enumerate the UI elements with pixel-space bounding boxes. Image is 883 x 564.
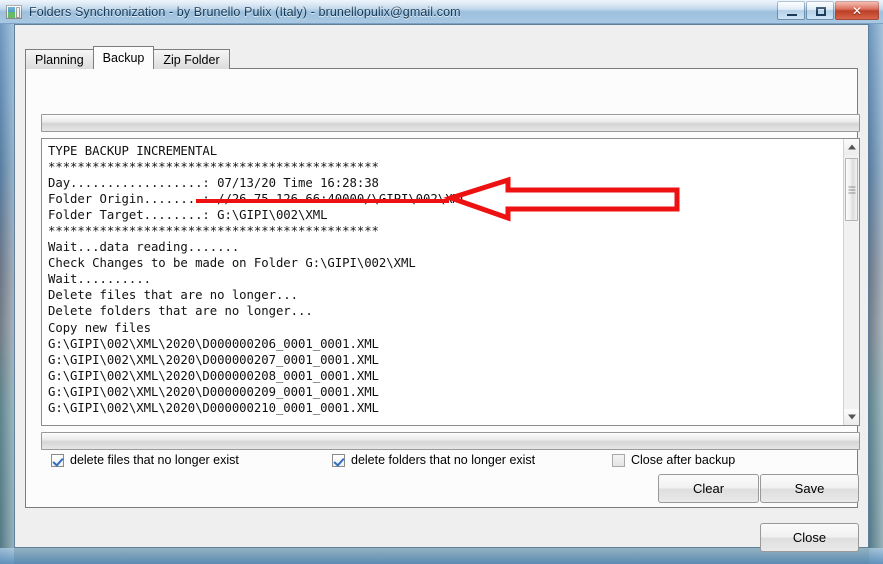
title-bar[interactable]: Folders Synchronization - by Brunello Pu… bbox=[0, 0, 883, 24]
scroll-down-icon[interactable] bbox=[844, 409, 859, 425]
save-button-label: Save bbox=[794, 481, 825, 496]
close-dialog-button-label: Close bbox=[792, 530, 827, 545]
tab-planning[interactable]: Planning bbox=[25, 49, 94, 69]
backup-log-text: TYPE BACKUP INCREMENTAL ****************… bbox=[48, 144, 468, 415]
maximize-button[interactable] bbox=[806, 1, 834, 20]
window-glass-border-bottom bbox=[0, 548, 883, 564]
tab-strip: Planning Backup Zip Folder bbox=[25, 46, 230, 69]
client-area: Planning Backup Zip Folder TYPE BACKUP I… bbox=[14, 24, 869, 552]
tab-zip-folder-label: Zip Folder bbox=[163, 52, 220, 67]
close-window-button[interactable]: ✕ bbox=[835, 1, 879, 20]
maximize-icon bbox=[816, 7, 826, 16]
scrollbar-grip-icon bbox=[848, 186, 855, 193]
window-glass-border-left bbox=[0, 24, 14, 564]
progress-bar-top bbox=[41, 114, 860, 132]
log-vertical-scrollbar[interactable] bbox=[843, 139, 859, 425]
window-controls: ✕ bbox=[776, 1, 879, 21]
scroll-up-icon[interactable] bbox=[844, 139, 859, 155]
close-dialog-button[interactable]: Close bbox=[760, 523, 859, 552]
checkbox-delete-files-box[interactable] bbox=[51, 453, 64, 467]
checkbox-delete-files[interactable]: delete files that no longer exist bbox=[51, 453, 239, 467]
app-window-icon bbox=[6, 4, 22, 19]
minimize-button[interactable] bbox=[777, 1, 805, 20]
checkbox-delete-files-label: delete files that no longer exist bbox=[70, 453, 239, 467]
checkbox-delete-folders-box[interactable] bbox=[332, 453, 345, 467]
checkbox-close-after-backup-box[interactable] bbox=[612, 453, 625, 467]
checkbox-close-after-backup[interactable]: Close after backup bbox=[612, 453, 735, 467]
close-icon: ✕ bbox=[851, 3, 863, 18]
checkbox-delete-folders[interactable]: delete folders that no longer exist bbox=[332, 453, 535, 467]
backup-log-output[interactable]: TYPE BACKUP INCREMENTAL ****************… bbox=[41, 138, 860, 426]
tab-planning-label: Planning bbox=[35, 52, 84, 67]
checkbox-delete-folders-label: delete folders that no longer exist bbox=[351, 453, 536, 467]
tab-zip-folder[interactable]: Zip Folder bbox=[153, 49, 230, 69]
progress-bar-bottom bbox=[41, 432, 860, 450]
window-glass-border-right bbox=[869, 24, 883, 564]
window-title: Folders Synchronization - by Brunello Pu… bbox=[29, 4, 461, 19]
checkbox-close-after-backup-label: Close after backup bbox=[631, 453, 736, 467]
tab-backup-label: Backup bbox=[102, 51, 145, 65]
clear-button[interactable]: Clear bbox=[658, 474, 759, 503]
save-button[interactable]: Save bbox=[760, 474, 859, 503]
tab-backup[interactable]: Backup bbox=[92, 46, 155, 69]
scrollbar-thumb[interactable] bbox=[845, 158, 858, 221]
application-window: Folders Synchronization - by Brunello Pu… bbox=[0, 0, 883, 564]
clear-button-label: Clear bbox=[692, 481, 725, 496]
minimize-icon bbox=[787, 14, 797, 16]
